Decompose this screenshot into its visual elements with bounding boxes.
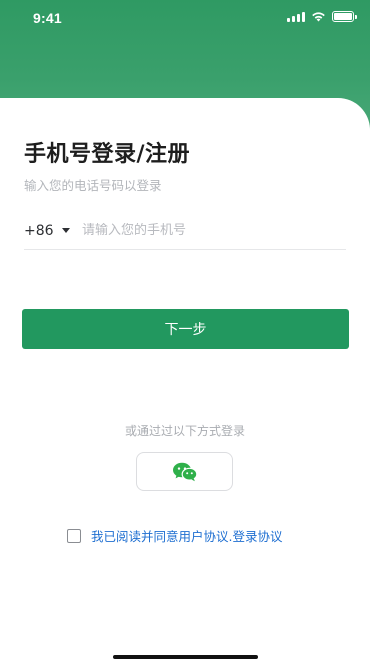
agreement-link[interactable]: 我已阅读并同意用户协议.登录协议 — [91, 526, 282, 545]
next-button[interactable]: 下一步 — [22, 309, 349, 349]
page-subtitle: 输入您的电话号码以登录 — [24, 178, 162, 193]
country-code-selector[interactable]: +86 — [24, 223, 82, 239]
country-code-label: +86 — [24, 222, 54, 239]
alt-login-label: 或通过过以下方式登录 — [124, 424, 245, 438]
battery-icon — [332, 11, 357, 22]
wechat-icon — [172, 462, 197, 481]
agreement-row: 我已阅读并同意用户协议.登录协议 — [67, 526, 282, 545]
caret-down-icon — [61, 228, 70, 233]
status-bar: 9:41 — [0, 0, 370, 36]
agreement-checkbox[interactable] — [67, 528, 81, 543]
status-time: 9:41 — [33, 10, 62, 26]
phone-input[interactable] — [82, 223, 322, 238]
page-title: 手机号登录/注册 — [24, 142, 191, 167]
status-icons — [287, 11, 357, 22]
wifi-icon — [312, 12, 325, 22]
home-indicator — [113, 655, 258, 659]
phone-input-row: +86 — [24, 212, 346, 250]
wechat-login-button[interactable] — [136, 452, 233, 491]
cellular-signal-icon — [287, 11, 305, 22]
